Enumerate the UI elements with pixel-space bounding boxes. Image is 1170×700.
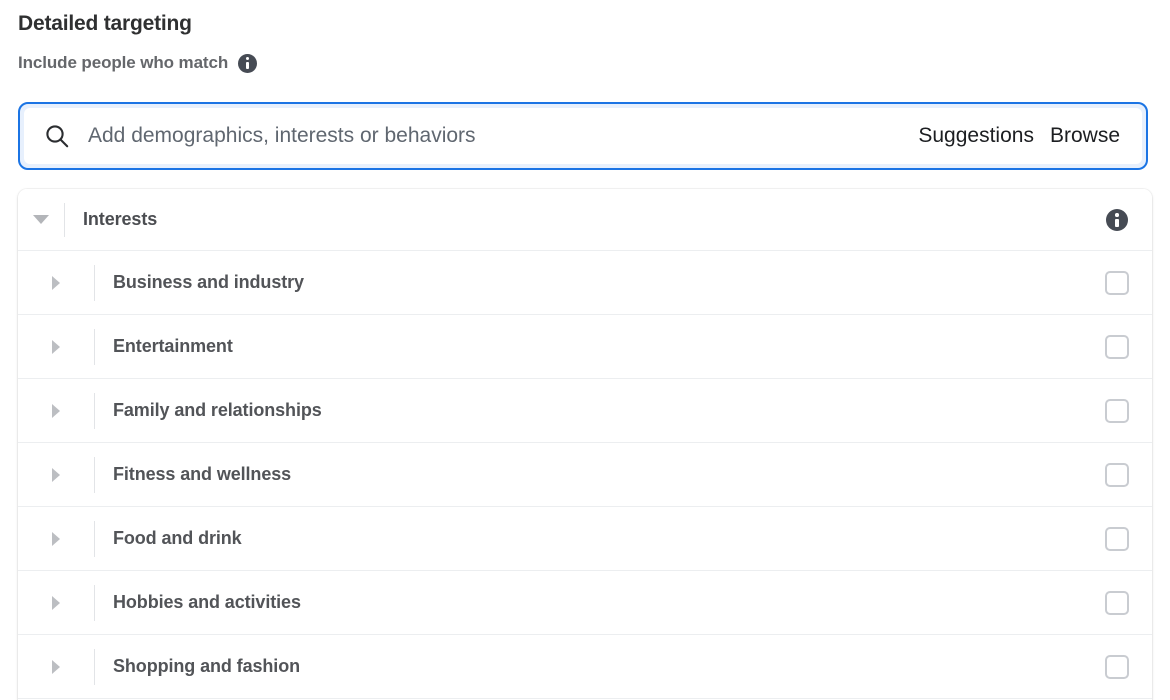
category-checkbox[interactable] bbox=[1105, 398, 1129, 423]
category-row-shopping-and-fashion[interactable]: Shopping and fashion bbox=[18, 635, 1152, 699]
category-row-fitness-and-wellness[interactable]: Fitness and wellness bbox=[18, 443, 1152, 507]
category-row-family-and-relationships[interactable]: Family and relationships bbox=[18, 379, 1152, 443]
chevron-right-icon[interactable] bbox=[52, 339, 60, 354]
category-checkbox[interactable] bbox=[1105, 270, 1129, 295]
checkbox-cell[interactable] bbox=[1082, 654, 1152, 679]
category-group-interests[interactable]: Interests bbox=[18, 189, 1152, 251]
expand-toggle-cell[interactable] bbox=[18, 403, 94, 418]
category-row-hobbies-and-activities[interactable]: Hobbies and activities bbox=[18, 571, 1152, 635]
expand-toggle-cell[interactable] bbox=[18, 339, 94, 354]
checkbox-cell[interactable] bbox=[1082, 334, 1152, 359]
suggestions-button[interactable]: Suggestions bbox=[910, 124, 1042, 148]
category-row-entertainment[interactable]: Entertainment bbox=[18, 315, 1152, 379]
expand-toggle-cell[interactable] bbox=[18, 595, 94, 610]
category-label: Entertainment bbox=[113, 336, 233, 356]
category-row-food-and-drink[interactable]: Food and drink bbox=[18, 507, 1152, 571]
search-inner: Suggestions Browse bbox=[24, 108, 1142, 164]
detailed-targeting-header: Detailed targeting Include people who ma… bbox=[0, 0, 1170, 74]
subtitle-row: Include people who match bbox=[18, 52, 1170, 74]
category-label: Hobbies and activities bbox=[113, 592, 301, 612]
group-label: Interests bbox=[83, 209, 158, 229]
info-icon[interactable] bbox=[238, 53, 258, 73]
chevron-down-icon[interactable] bbox=[33, 215, 49, 224]
category-row-business-and-industry[interactable]: Business and industry bbox=[18, 251, 1152, 315]
group-toggle-cell[interactable] bbox=[18, 215, 64, 224]
category-checkbox[interactable] bbox=[1105, 654, 1129, 679]
expand-toggle-cell[interactable] bbox=[18, 531, 94, 546]
group-info-cell[interactable] bbox=[1082, 208, 1152, 231]
category-checkbox[interactable] bbox=[1105, 462, 1129, 487]
chevron-right-icon[interactable] bbox=[52, 659, 60, 674]
category-checkbox[interactable] bbox=[1105, 334, 1129, 359]
expand-toggle-cell[interactable] bbox=[18, 275, 94, 290]
detailed-targeting-search[interactable]: Suggestions Browse bbox=[18, 102, 1148, 170]
category-label: Fitness and wellness bbox=[113, 464, 292, 484]
chevron-right-icon[interactable] bbox=[52, 595, 60, 610]
page-title: Detailed targeting bbox=[18, 12, 192, 35]
subtitle-label: Include people who match bbox=[18, 53, 229, 72]
category-checkbox[interactable] bbox=[1105, 526, 1129, 551]
chevron-right-icon[interactable] bbox=[52, 403, 60, 418]
category-label: Business and industry bbox=[113, 272, 304, 292]
browse-button[interactable]: Browse bbox=[1042, 124, 1128, 148]
expand-toggle-cell[interactable] bbox=[18, 659, 94, 674]
checkbox-cell[interactable] bbox=[1082, 398, 1152, 423]
checkbox-cell[interactable] bbox=[1082, 526, 1152, 551]
chevron-right-icon[interactable] bbox=[52, 275, 60, 290]
search-input[interactable] bbox=[88, 124, 911, 148]
targeting-categories-panel: Interests Business and industry Entertai… bbox=[18, 189, 1152, 700]
category-checkbox[interactable] bbox=[1105, 590, 1129, 615]
info-icon[interactable] bbox=[1106, 208, 1128, 231]
chevron-right-icon[interactable] bbox=[52, 467, 60, 482]
search-icon bbox=[46, 125, 69, 148]
category-label: Shopping and fashion bbox=[113, 656, 300, 676]
checkbox-cell[interactable] bbox=[1082, 270, 1152, 295]
checkbox-cell[interactable] bbox=[1082, 462, 1152, 487]
category-label: Family and relationships bbox=[113, 400, 322, 420]
expand-toggle-cell[interactable] bbox=[18, 467, 94, 482]
checkbox-cell[interactable] bbox=[1082, 590, 1152, 615]
category-label: Food and drink bbox=[113, 528, 242, 548]
chevron-right-icon[interactable] bbox=[52, 531, 60, 546]
